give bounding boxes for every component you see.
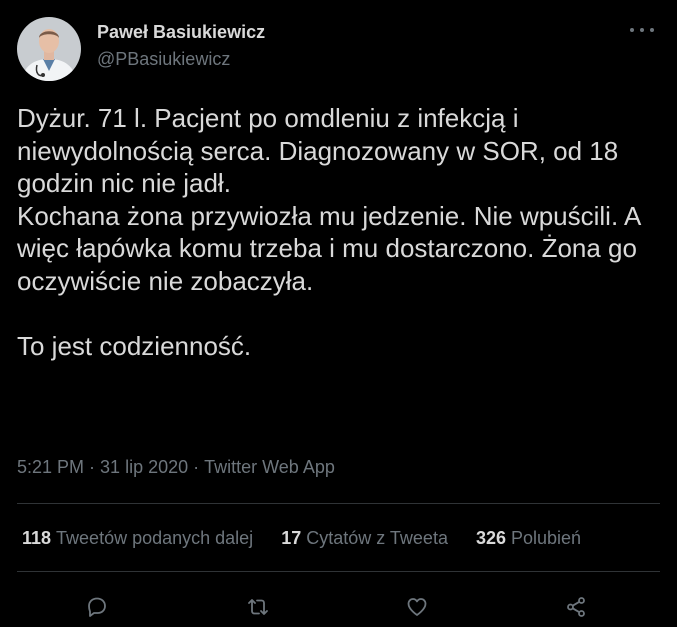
tweet-actions [0,590,677,624]
more-dot [650,28,654,32]
more-dot [630,28,634,32]
likes-label: Polubień [511,528,582,548]
quotes-stat[interactable]: 17 Cytatów z Tweeta [281,528,448,549]
likes-stat[interactable]: 326 Polubień [476,528,581,549]
tweet-date[interactable]: 31 lip 2020 [100,457,188,477]
tweet-time[interactable]: 5:21 PM [17,457,84,477]
meta-separator: · [193,457,200,477]
tweet-stats: 118 Tweetów podanych dalej 17 Cytatów z Tw… [22,528,609,549]
heart-icon [407,598,427,616]
share-icon [567,597,585,617]
share-button[interactable] [559,590,593,624]
divider [17,571,660,572]
quotes-label: Cytatów z Tweeta [306,528,448,548]
author-name[interactable]: Paweł Basiukiewicz [97,22,265,43]
tweet-meta: 5:21 PM · 31 lip 2020 · Twitter Web App [17,457,335,478]
author-handle[interactable]: @PBasiukiewicz [97,49,230,70]
tweet: Paweł Basiukiewicz @PBasiukiewicz Dyżur.… [0,0,677,627]
retweet-button[interactable] [241,590,275,624]
retweets-stat[interactable]: 118 Tweetów podanych dalej [22,528,253,549]
likes-count: 326 [475,528,506,548]
retweet-icon [248,599,268,615]
tweet-text: Dyżur. 71 l. Pacjent po omdleniu z infek… [17,103,640,361]
avatar[interactable] [17,17,81,81]
retweets-count: 118 [22,528,52,548]
more-options-icon[interactable] [628,20,656,40]
like-button[interactable] [400,590,434,624]
meta-separator: · [89,457,96,477]
reply-button[interactable] [80,590,114,624]
retweets-label: Tweetów podanych dalej [56,528,254,548]
more-dot [640,28,644,32]
divider [17,503,660,504]
quotes-count: 17 [281,528,302,548]
reply-icon [88,597,106,617]
tweet-source[interactable]: Twitter Web App [204,457,335,477]
